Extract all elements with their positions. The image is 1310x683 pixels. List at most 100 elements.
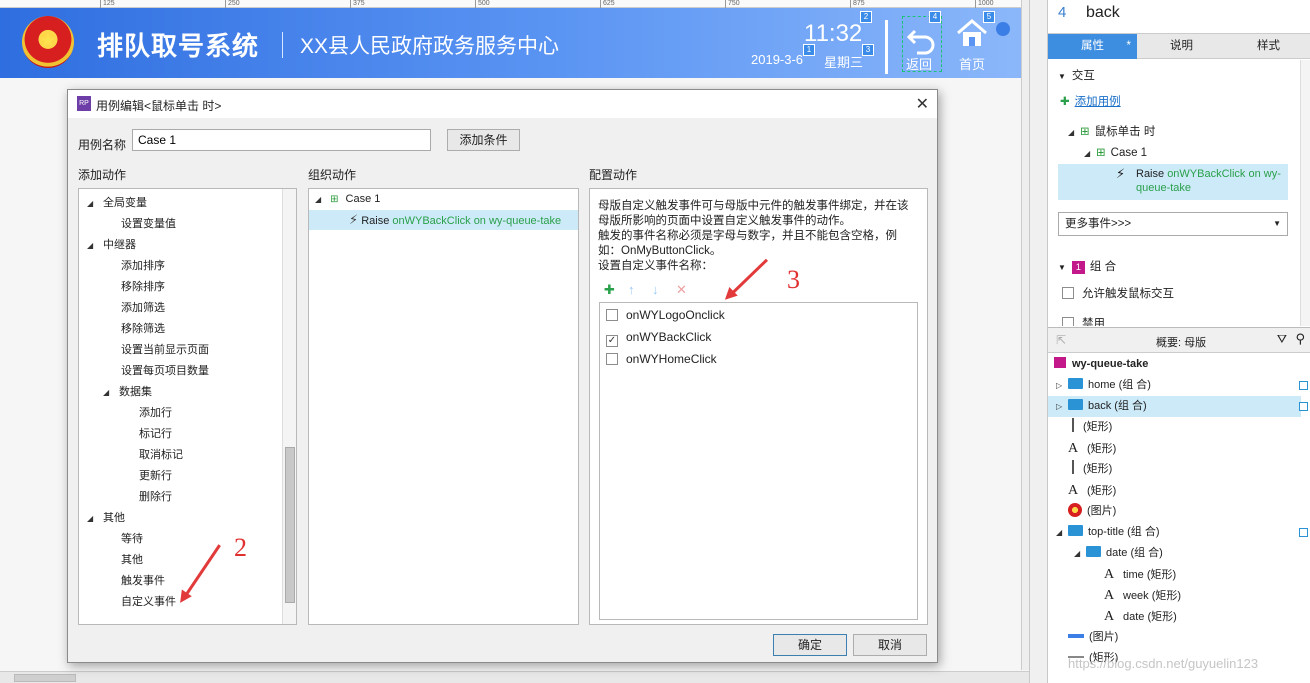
group-header[interactable]: ▼ 1 组 合 xyxy=(1058,257,1116,277)
outline-item[interactable]: Adate (矩形) xyxy=(1048,606,1177,627)
scroll-thumb[interactable] xyxy=(285,447,295,603)
cancel-button[interactable]: 取消 xyxy=(853,634,927,656)
outline-item[interactable]: A (矩形) xyxy=(1048,438,1116,459)
action-tree-item[interactable]: 取消标记 xyxy=(139,445,183,465)
action-tree-item[interactable]: 添加行 xyxy=(139,403,172,423)
plus-icon: ✚ xyxy=(1060,96,1070,108)
tab-properties[interactable]: 属性 * xyxy=(1048,34,1137,59)
action-tree-item[interactable]: 设置当前显示页面 xyxy=(121,340,209,360)
collapse-arrow-icon[interactable]: ◢ xyxy=(1074,543,1086,564)
outline-item[interactable]: Atime (矩形) xyxy=(1048,564,1176,585)
collapse-arrow-icon[interactable]: ◢ xyxy=(1056,522,1068,543)
action-tree-item[interactable]: 移除筛选 xyxy=(121,319,165,339)
visibility-toggle[interactable] xyxy=(1299,528,1308,537)
action-tree-item[interactable]: 更新行 xyxy=(139,466,172,486)
collapse-arrow-icon[interactable]: ⇱ xyxy=(1056,333,1066,347)
checkbox[interactable] xyxy=(1062,317,1074,326)
interaction-header[interactable]: ▼ 交互 xyxy=(1058,66,1095,86)
outline-item[interactable]: (图片) xyxy=(1048,501,1116,522)
action-tree-item[interactable]: ◢ 全局变量 xyxy=(87,193,147,213)
dialog-titlebar[interactable]: RP 用例编辑<鼠标单击 时> ✕ xyxy=(68,90,937,118)
design-canvas[interactable]: 125 250 375 500 625 750 875 1000 ★ 排队取号系统 XX县人民… xyxy=(0,0,1030,683)
outline-item[interactable]: (矩形) xyxy=(1048,417,1112,438)
action-tree-item[interactable]: 触发事件 xyxy=(121,571,165,591)
action-tree-item[interactable]: 等待 xyxy=(121,529,143,549)
action-tree-item[interactable]: 添加筛选 xyxy=(121,298,165,318)
add-condition-button[interactable]: 添加条件 xyxy=(447,129,520,151)
canvas-horizontal-scrollbar[interactable] xyxy=(0,671,1029,683)
expand-triangle-icon[interactable]: ◢ xyxy=(87,194,99,214)
system-title: 排队取号系统 xyxy=(97,31,260,61)
outline-item[interactable]: A (矩形) xyxy=(1048,480,1116,501)
close-icon[interactable]: ✕ xyxy=(916,94,929,114)
case-name-input[interactable] xyxy=(132,129,431,151)
expand-arrow-icon[interactable]: ▷ xyxy=(1056,396,1068,417)
event-row[interactable]: ✓ onWYBackClick xyxy=(606,327,711,347)
action-tree-item[interactable]: 自定义事件 xyxy=(121,592,176,612)
action-tree-panel[interactable]: ◢ 全局变量 设置变量值 ◢ 中继器 添加排序 移除排序 添加筛选 移除筛选 设置当前显示页面 设置… xyxy=(78,188,297,625)
outline-item[interactable]: (图片) xyxy=(1048,627,1118,648)
search-icon[interactable]: ⚲ xyxy=(1295,331,1305,347)
expand-triangle-icon[interactable]: ◢ xyxy=(87,509,99,529)
back-label[interactable]: 返回 xyxy=(906,54,932,73)
event-row[interactable]: onWYHomeClick xyxy=(606,349,717,369)
expand-arrow-icon[interactable]: ▷ xyxy=(1056,375,1068,396)
expand-triangle-icon: ◢ xyxy=(315,195,322,204)
outline-item[interactable]: ▷ home (组 合) xyxy=(1048,375,1151,396)
raise-action-node[interactable]: ⚡ Raise onWYBackClick on wy-queue-take xyxy=(309,210,578,230)
action-tree-item[interactable]: 设置变量值 xyxy=(121,214,176,234)
inspector-scrollbar[interactable] xyxy=(1300,60,1310,326)
action-tree-item[interactable]: 移除排序 xyxy=(121,277,165,297)
more-events-select[interactable]: 更多事件>>> ▼ xyxy=(1058,212,1288,236)
action-tree-item[interactable]: 标记行 xyxy=(139,424,172,444)
action-tree-label: 自定义事件 xyxy=(121,596,176,608)
outline-item[interactable]: ◢ date (组 合) xyxy=(1048,543,1163,564)
action-tree-item[interactable]: 其他 xyxy=(121,550,143,570)
checkbox[interactable] xyxy=(606,353,618,365)
filter-icon[interactable]: ⛛ xyxy=(1277,332,1287,347)
allow-trigger-checkbox[interactable]: 允许触发鼠标交互 xyxy=(1062,284,1174,304)
disable-checkbox[interactable]: 禁用 xyxy=(1062,312,1105,326)
outline-item[interactable]: (矩形) xyxy=(1048,459,1112,480)
checkbox-checked[interactable]: ✓ xyxy=(606,335,618,347)
add-event-icon[interactable]: ✚ xyxy=(604,282,615,298)
visibility-toggle[interactable] xyxy=(1299,381,1308,390)
outline-item[interactable]: ◢ top-title (组 合) xyxy=(1048,522,1160,543)
action-tree-item[interactable]: 添加排序 xyxy=(121,256,165,276)
raise-action-item[interactable]: ⚡ Raise onWYBackClick on wy-queue-take xyxy=(1058,164,1288,200)
visibility-toggle[interactable] xyxy=(1299,402,1308,411)
widget-name[interactable]: back xyxy=(1086,4,1120,22)
checkbox[interactable] xyxy=(1062,287,1074,299)
ok-button[interactable]: 确定 xyxy=(773,634,847,656)
canvas-vertical-scrollbar[interactable] xyxy=(1021,0,1029,670)
action-tree-item[interactable]: ◢ 其他 xyxy=(87,508,125,528)
outline-item[interactable]: ▷ back (组 合) xyxy=(1048,396,1301,417)
event-node[interactable]: ◢ ⊞ 鼠标单击 时 xyxy=(1068,122,1155,142)
add-case-link[interactable]: ✚ 添加用例 xyxy=(1060,92,1121,112)
move-down-icon[interactable]: ↓ xyxy=(652,282,659,297)
event-row[interactable]: onWYLogoOnclick xyxy=(606,305,725,325)
expand-triangle-icon[interactable]: ◢ xyxy=(87,236,99,256)
case-node[interactable]: ◢ ⊞ Case 1 xyxy=(1084,143,1147,163)
tab-notes[interactable]: 说明 xyxy=(1137,34,1226,59)
custom-event-list: onWYLogoOnclick ✓ onWYBackClick onWYHomeCli… xyxy=(599,302,918,620)
organize-panel[interactable]: ◢ ⊞ Case 1 ⚡ Raise onWYBackClick on wy-q… xyxy=(308,188,579,625)
outline-root[interactable]: wy-queue-take xyxy=(1054,354,1148,375)
outline-item[interactable]: Aweek (矩形) xyxy=(1048,585,1181,606)
action-tree-item[interactable]: 删除行 xyxy=(139,487,172,507)
action-tree-scrollbar[interactable] xyxy=(282,189,296,624)
action-tree-item[interactable]: 设置每页项目数量 xyxy=(121,361,209,381)
checkbox[interactable] xyxy=(606,309,618,321)
action-tree-item[interactable]: ◢ 数据集 xyxy=(103,382,152,402)
action-tree-item[interactable]: ◢ 中继器 xyxy=(87,235,136,255)
action-tree-label: 其他 xyxy=(103,512,125,524)
banner-vertical-bar xyxy=(885,20,888,74)
case-tree-icon: ⊞ xyxy=(1096,147,1106,159)
case-node[interactable]: ◢ ⊞ Case 1 xyxy=(315,189,380,209)
expand-triangle-icon[interactable]: ◢ xyxy=(103,383,115,403)
tab-style[interactable]: 样式 xyxy=(1226,34,1310,59)
delete-icon[interactable]: ✕ xyxy=(676,282,687,298)
move-up-icon[interactable]: ↑ xyxy=(628,282,635,297)
scroll-thumb[interactable] xyxy=(14,674,76,682)
home-label[interactable]: 首页 xyxy=(959,54,985,73)
